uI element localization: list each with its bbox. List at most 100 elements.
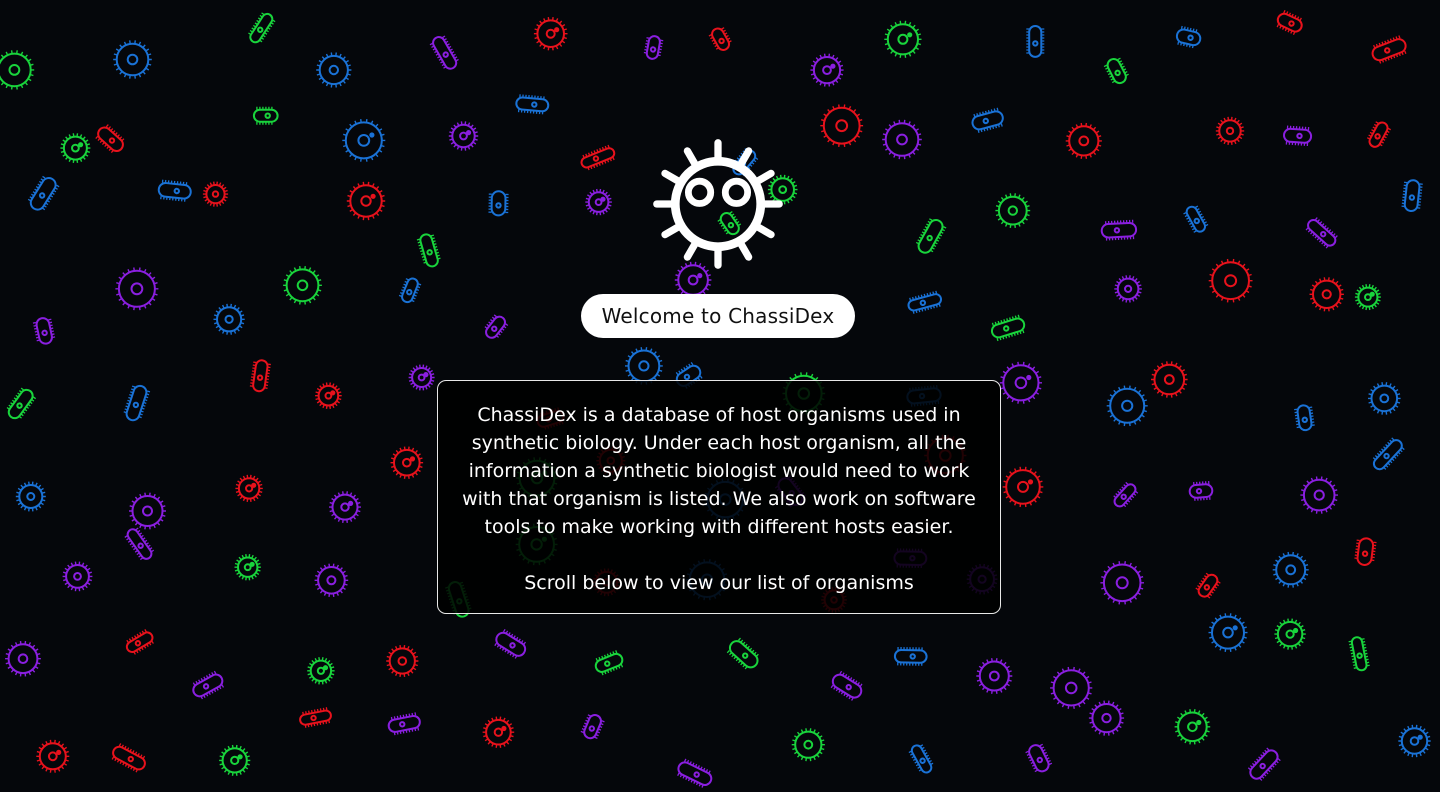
microbe-icon bbox=[329, 491, 361, 523]
microbe-icon bbox=[1103, 57, 1129, 85]
microbe-icon bbox=[533, 17, 568, 51]
microbe-icon bbox=[830, 670, 863, 701]
microbe-icon bbox=[1208, 258, 1253, 303]
microbe-icon bbox=[1272, 551, 1309, 588]
microbe-icon bbox=[791, 728, 825, 762]
microbe-icon bbox=[123, 384, 151, 422]
microbe-icon bbox=[1276, 9, 1303, 35]
microbe-icon bbox=[1401, 179, 1423, 213]
microbe-icon bbox=[346, 181, 386, 221]
microbe-icon bbox=[488, 190, 509, 217]
microbe-icon bbox=[111, 743, 146, 773]
microbe-icon bbox=[1065, 122, 1102, 159]
microbe-icon bbox=[1188, 480, 1214, 501]
microbe-icon bbox=[976, 658, 1013, 694]
microbe-icon bbox=[1208, 613, 1248, 652]
microbe-icon bbox=[115, 267, 159, 311]
microbe-icon bbox=[408, 364, 435, 391]
welcome-banner: Welcome to ChassiDex bbox=[581, 294, 855, 338]
microbe-icon bbox=[1183, 205, 1209, 233]
microbe-icon bbox=[580, 714, 605, 740]
microbe-icon bbox=[316, 52, 352, 88]
microbe-icon bbox=[999, 361, 1043, 404]
microbe-icon bbox=[62, 561, 93, 592]
microbe-icon bbox=[708, 27, 732, 51]
microbe-icon bbox=[484, 314, 509, 339]
microbe-icon bbox=[248, 12, 276, 44]
microbe-icon bbox=[157, 179, 192, 202]
microbe-icon bbox=[515, 94, 550, 115]
microbe-icon bbox=[884, 20, 922, 58]
microbe-icon bbox=[6, 387, 37, 420]
microbe-icon bbox=[1368, 382, 1401, 415]
microbe-icon bbox=[36, 739, 70, 773]
microbe-icon bbox=[1175, 25, 1202, 49]
microbe-icon bbox=[1050, 666, 1093, 709]
microbe-icon bbox=[299, 707, 332, 728]
microbe-icon bbox=[1354, 537, 1377, 566]
microbe-icon bbox=[990, 314, 1026, 342]
scroll-hint: Scroll below to view our list of organis… bbox=[524, 572, 914, 594]
microbe-icon bbox=[219, 744, 251, 776]
microbe-icon bbox=[625, 347, 663, 385]
microbe-icon bbox=[1300, 476, 1338, 514]
microbe-icon bbox=[60, 133, 91, 164]
microbe-icon bbox=[129, 492, 166, 530]
microbe-icon bbox=[1247, 747, 1281, 781]
microbe-icon bbox=[32, 317, 56, 345]
microbe-icon bbox=[1100, 219, 1138, 241]
microbe-icon bbox=[202, 181, 229, 207]
microbe-icon bbox=[494, 628, 527, 659]
microbe-icon bbox=[810, 53, 844, 87]
microbe-icon bbox=[820, 104, 864, 147]
microbe-icon bbox=[1026, 25, 1045, 58]
microbe-icon bbox=[249, 359, 271, 393]
microbe-icon bbox=[677, 758, 713, 788]
microbe-icon bbox=[315, 382, 342, 409]
microbe-icon bbox=[882, 119, 922, 160]
microbe-logo-icon bbox=[653, 139, 783, 269]
microbe-icon bbox=[1305, 217, 1338, 249]
microbe-icon bbox=[580, 144, 616, 171]
microbe-icon bbox=[386, 644, 419, 678]
microbe-icon bbox=[915, 218, 947, 254]
microbe-icon bbox=[1348, 636, 1370, 672]
microbe-icon bbox=[1151, 361, 1188, 398]
microbe-icon bbox=[1002, 466, 1044, 508]
microbe-icon bbox=[995, 193, 1031, 228]
microbe-icon bbox=[5, 640, 41, 677]
microbe-icon bbox=[416, 233, 441, 268]
microbe-icon bbox=[27, 175, 60, 211]
microbe-icon bbox=[1309, 277, 1344, 312]
microbe-icon bbox=[307, 657, 335, 685]
microbe-icon bbox=[1294, 404, 1315, 432]
microbe-icon bbox=[390, 446, 424, 479]
microbe-icon bbox=[1366, 121, 1392, 148]
microbe-icon bbox=[1372, 437, 1405, 471]
microbe-icon bbox=[726, 637, 759, 670]
microbe-icon bbox=[398, 277, 422, 304]
microbe-icon bbox=[235, 474, 263, 503]
microbe-icon bbox=[1274, 618, 1306, 650]
microbe-icon bbox=[594, 650, 624, 676]
microbe-icon bbox=[1195, 572, 1221, 599]
microbe-icon bbox=[0, 50, 35, 90]
microbe-icon bbox=[907, 290, 943, 314]
microbe-icon bbox=[1174, 709, 1211, 745]
intro-description: ChassiDex is a database of host organism… bbox=[462, 404, 976, 538]
microbe-icon bbox=[1371, 35, 1407, 64]
microbe-icon bbox=[234, 554, 261, 581]
microbe-icon bbox=[15, 481, 46, 512]
microbe-icon bbox=[124, 527, 155, 561]
microbe-icon bbox=[192, 670, 225, 700]
microbe-icon bbox=[387, 712, 421, 736]
microbe-icon bbox=[585, 188, 612, 216]
microbe-icon bbox=[1025, 743, 1053, 773]
microbe-icon bbox=[1106, 385, 1148, 427]
microbe-icon bbox=[1100, 561, 1144, 605]
microbe-icon bbox=[95, 124, 125, 154]
microbe-icon bbox=[213, 303, 245, 335]
microbe-icon bbox=[1088, 700, 1125, 736]
microbe-icon bbox=[429, 35, 459, 70]
microbe-icon bbox=[448, 121, 479, 151]
